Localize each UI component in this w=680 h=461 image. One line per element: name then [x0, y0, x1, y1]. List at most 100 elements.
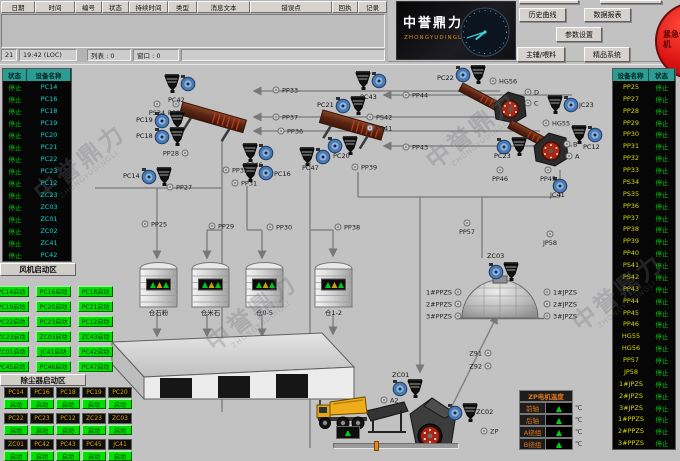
- feed-slider-track[interactable]: [333, 443, 459, 449]
- dust-start-button-PC45[interactable]: 启动: [82, 451, 106, 461]
- dust-start-button-JC41[interactable]: 启动: [108, 451, 132, 461]
- fan-start-button-PC46[interactable]: PC46启动: [36, 361, 71, 372]
- fan-unit-PC18[interactable]: [155, 127, 184, 146]
- fan-start-button-PC21[interactable]: PC21启动: [78, 301, 113, 312]
- vibrating-screen-1[interactable]: [176, 102, 247, 146]
- history-curve-button[interactable]: 历史曲线: [519, 8, 566, 22]
- hopper-icon: [157, 169, 171, 183]
- device-name: PP37: [613, 214, 649, 222]
- feed-control-button[interactable]: 主辅/喂料: [517, 47, 565, 62]
- point-label: 2#PPZS: [426, 301, 452, 309]
- alarm-list[interactable]: [1, 14, 385, 48]
- fan-start-button-PC22[interactable]: PC22启动: [0, 316, 29, 327]
- fan-start-button-PC14[interactable]: PC14启动: [0, 286, 29, 297]
- fan-start-button-ZC01[interactable]: ZC01启动: [0, 346, 29, 357]
- fan-start-button-ZC03[interactable]: ZC03启动: [36, 331, 71, 342]
- point-label: 1#JPZS: [553, 289, 577, 297]
- right-device-row: PP30停止: [613, 129, 675, 141]
- fan-start-button-PC45[interactable]: PC45启动: [0, 361, 29, 372]
- fan-unit-PC43[interactable]: [356, 71, 386, 90]
- device-status: 停止: [3, 130, 27, 140]
- silo-仓1-2[interactable]: 仓1-2: [315, 263, 352, 318]
- dust-start-button-PC43[interactable]: 启动: [56, 451, 80, 461]
- dust-start-button-PC14[interactable]: 启动: [4, 399, 28, 409]
- fan-start-button-ZC23[interactable]: ZC23启动: [0, 331, 29, 342]
- fan-start-button-JC41[interactable]: JC41启动: [36, 346, 71, 357]
- fan-start-button-PC47[interactable]: PC47启动: [78, 361, 113, 372]
- feeder[interactable]: [366, 402, 408, 432]
- temp-panel-title: ZP电机温度: [519, 390, 573, 402]
- parameter-settings-button[interactable]: 参数设置: [556, 27, 602, 42]
- fan-start-button-PC16[interactable]: PC16启动: [36, 286, 71, 297]
- premium-system-button[interactable]: 精品系统: [584, 47, 630, 62]
- clipped-button-2[interactable]: [600, 0, 662, 4]
- device-name: 1#PPZS: [613, 415, 649, 423]
- device-status: 停止: [649, 391, 675, 401]
- point-PS42: PS42: [367, 114, 392, 122]
- dust-start-button-PC42[interactable]: 启动: [30, 451, 54, 461]
- right-device-row: 2#PPZS停止: [613, 425, 675, 437]
- dust-start-button-ZC01[interactable]: 启动: [4, 451, 28, 461]
- dust-start-button-PC12[interactable]: 启动: [56, 425, 80, 435]
- fan-unit-PC46[interactable]: [243, 143, 273, 162]
- device-name: PP39: [613, 237, 649, 245]
- dust-device-PC22: PC22: [4, 413, 28, 424]
- warehouse: [112, 333, 354, 399]
- dust-start-button-PC16[interactable]: 启动: [30, 399, 54, 409]
- alarm-col-9: 回执: [332, 1, 358, 13]
- device-name: PP38: [613, 225, 649, 233]
- point-1#JPZS: 1#JPZS: [544, 289, 577, 297]
- dust-start-button-PC18[interactable]: 启动: [56, 399, 80, 409]
- point-PP45: PP45: [540, 167, 556, 183]
- dome-silo[interactable]: [456, 276, 544, 319]
- device-name: PP25: [613, 83, 649, 91]
- fan-unit-PC22[interactable]: [456, 65, 485, 84]
- fan-start-button-PC23[interactable]: PC23启动: [36, 316, 71, 327]
- fan-start-button-PC42[interactable]: PC42启动: [78, 346, 113, 357]
- dust-device-PC12: PC12: [56, 413, 80, 424]
- point-PP33: PP33: [273, 87, 298, 95]
- silo-仓米石[interactable]: 仓米石: [192, 263, 229, 318]
- device-name: PP27: [613, 95, 649, 103]
- device-name: ZC23: [27, 191, 71, 199]
- device-status: 停止: [649, 438, 675, 448]
- fan-start-button-ZC43[interactable]: ZC43启动: [78, 331, 113, 342]
- point-label: 3#PPZS: [426, 313, 452, 321]
- device-status: 停止: [3, 118, 27, 128]
- dust-start-button-PC20[interactable]: 启动: [108, 399, 132, 409]
- fan-start-button-PC18[interactable]: PC18启动: [78, 286, 113, 297]
- left-device-row: 停止ZC02: [3, 225, 71, 237]
- fan-unit-PC14[interactable]: [142, 167, 171, 186]
- device-name: PC16: [27, 95, 71, 103]
- device-name: HG55: [613, 332, 649, 340]
- clipped-button-1[interactable]: [519, 0, 579, 4]
- temp-indicator: ▲: [546, 414, 573, 426]
- fan-start-button-PC20[interactable]: PC20启动: [36, 301, 71, 312]
- dust-start-button-PC23[interactable]: 启动: [30, 425, 54, 435]
- fan-unit-JC23[interactable]: [548, 95, 578, 114]
- silo-仓0-5[interactable]: 仓0-5: [246, 263, 283, 318]
- point-HG55: HG55: [543, 120, 570, 128]
- silo-label: 仓米石: [201, 308, 221, 317]
- fan-start-button-PC19[interactable]: PC19启动: [0, 301, 29, 312]
- dust-start-button-PC22[interactable]: 启动: [4, 425, 28, 435]
- alarm-list-count: 列表 : 0: [87, 49, 131, 61]
- fan-start-button-PC12[interactable]: PC12启动: [78, 316, 113, 327]
- right-device-table: 设备名称 状态 PP25停止PP27停止PP28停止PP29停止PP30停止PP…: [612, 68, 676, 450]
- fan-unit-PC21[interactable]: [336, 96, 365, 115]
- data-report-button[interactable]: 数据报表: [584, 8, 631, 22]
- point-Z92: Z92: [469, 363, 491, 371]
- point-PP38: PP38: [335, 224, 360, 232]
- crusher-1[interactable]: [494, 92, 526, 123]
- alarm-col-8: 错误点: [250, 1, 332, 13]
- dust-start-button-ZC03[interactable]: 启动: [108, 425, 132, 435]
- device-status: 停止: [3, 106, 27, 116]
- fan-unit-ZC01[interactable]: [393, 379, 422, 398]
- dust-start-button-PC19[interactable]: 启动: [82, 399, 106, 409]
- dust-start-button-ZC23[interactable]: 启动: [82, 425, 106, 435]
- fan-unit-PC42[interactable]: [165, 74, 195, 93]
- silo-仓石粉[interactable]: 仓石粉: [140, 263, 177, 318]
- hopper-icon: [165, 76, 179, 90]
- device-status: 停止: [3, 94, 27, 104]
- alarm-status-filler: [181, 49, 385, 61]
